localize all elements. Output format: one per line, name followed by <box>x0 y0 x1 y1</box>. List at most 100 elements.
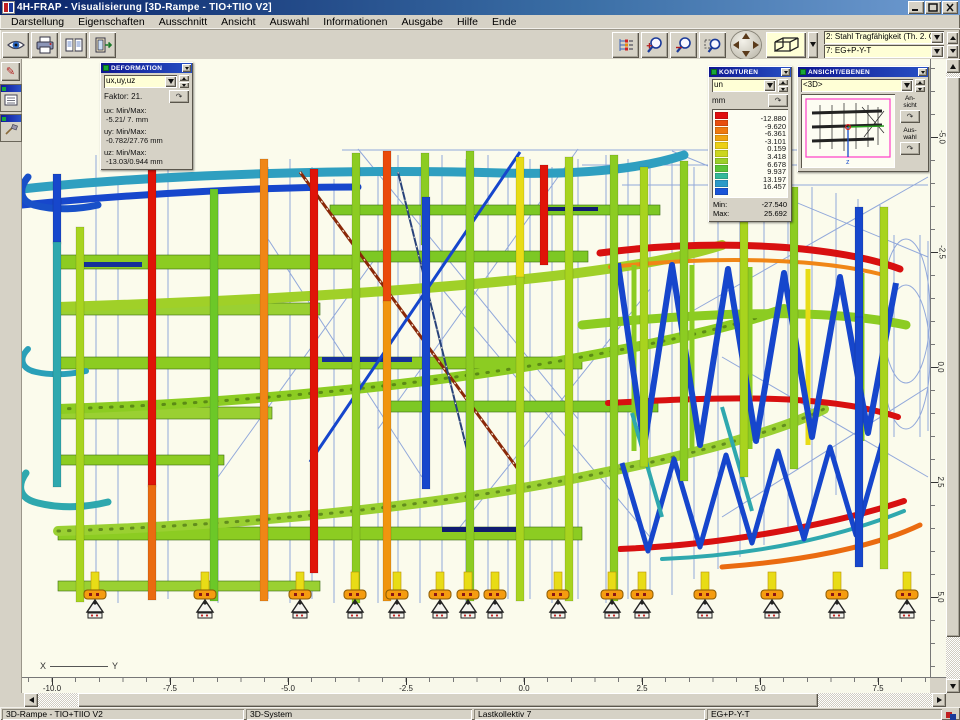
horizontal-scrollbar[interactable] <box>0 693 960 707</box>
cube-icon <box>771 35 801 55</box>
spin-down-button[interactable] <box>179 82 189 88</box>
vscroll-track[interactable] <box>946 73 960 679</box>
redraw-icon: ↷ <box>775 96 782 105</box>
vertical-scrollbar[interactable] <box>946 59 960 693</box>
documentation-button[interactable] <box>60 32 87 58</box>
scroll-down-button[interactable] <box>946 679 960 693</box>
spin-up-button[interactable] <box>778 79 788 85</box>
redraw-button[interactable]: ↷ <box>768 94 788 107</box>
menu-item[interactable]: Ausschnitt <box>152 16 214 28</box>
spin-up-button[interactable] <box>915 79 925 85</box>
zoom-out-button[interactable] <box>670 32 697 58</box>
panel-title: DEFORMATION <box>111 65 182 72</box>
faktor-label: Faktor: 21. <box>104 92 142 101</box>
display-options-button[interactable] <box>612 32 639 58</box>
close-button[interactable] <box>942 1 958 14</box>
deformation-spinner[interactable] <box>179 75 189 88</box>
window-title: 4H-FRAP - Visualisierung [3D-Rampe - TIO… <box>17 2 907 13</box>
konturen-spinner[interactable] <box>778 79 788 92</box>
legend-swatch <box>715 142 728 149</box>
scroll-up-button[interactable] <box>946 59 960 73</box>
view-eye-button[interactable] <box>2 32 29 58</box>
legend-swatch <box>715 188 728 195</box>
result-combobox[interactable]: 2: Stahl Tragfähigkeit (Th. 2. O <box>824 31 944 44</box>
mini-panel-numeric[interactable] <box>1 85 21 111</box>
diagonal-braces <box>300 152 520 472</box>
ruler-label: 0.0 <box>936 361 945 372</box>
perspective-dropdown-button[interactable] <box>808 32 818 58</box>
chevron-down-icon <box>784 71 788 74</box>
menu-item[interactable]: Auswahl <box>263 16 317 28</box>
axis-indicator: XY <box>40 661 118 671</box>
options-tree-icon <box>616 36 636 54</box>
menu-item[interactable]: Informationen <box>316 16 394 28</box>
maximize-button[interactable] <box>925 1 941 14</box>
konturen-dropdown-button[interactable] <box>764 80 775 91</box>
view-dropdown-button[interactable] <box>901 80 912 91</box>
deformation-combobox[interactable]: ux,uy,uz <box>104 75 177 88</box>
minimize-button[interactable] <box>908 1 924 14</box>
apply-view-button[interactable]: ↷ <box>900 110 920 123</box>
vscroll-thumb[interactable] <box>946 77 960 637</box>
perspective-view-button[interactable] <box>766 32 806 58</box>
vertical-ruler: -5.0-2.50.02.55.0 <box>930 59 946 677</box>
legend-value: 16.457 <box>728 183 786 191</box>
panel-icon <box>711 69 717 75</box>
panel-collapse-button[interactable] <box>182 64 191 72</box>
3d-viewport[interactable]: XY DEFORMATION ux,uy,uz <box>22 59 930 677</box>
view-combobox[interactable]: <3D> <box>801 79 913 92</box>
edit-pencil-button[interactable]: ✎ <box>1 62 20 81</box>
spin-down-button[interactable] <box>947 45 958 58</box>
view-preview-thumbnail[interactable]: z <box>801 94 895 168</box>
zoom-in-button[interactable] <box>641 32 668 58</box>
chevron-up-icon <box>918 81 922 84</box>
menu-item[interactable]: Ausgabe <box>395 16 450 28</box>
hammer-icon <box>4 124 18 136</box>
spin-up-button[interactable] <box>947 32 958 45</box>
menu-item[interactable]: Hilfe <box>450 16 485 28</box>
konturen-panel-header[interactable]: KONTUREN <box>709 67 791 77</box>
loadcase-combobox[interactable]: 7: EG+P-Y-T <box>824 45 944 58</box>
view-spinner[interactable] <box>915 79 925 92</box>
exit-button[interactable] <box>89 32 116 58</box>
ansicht-panel-header[interactable]: ANSICHT/EBENEN <box>798 67 928 77</box>
pan-right-icon <box>753 41 759 49</box>
mini-panel-tools[interactable] <box>1 115 21 141</box>
scroll-left-button[interactable] <box>24 693 38 707</box>
deformation-result-row: uy: Min/Max: -0.782/27.76 mm <box>104 127 189 145</box>
menu-item[interactable]: Darstellung <box>4 16 71 28</box>
printer-icon <box>35 36 55 54</box>
redraw-button[interactable]: ↷ <box>169 90 189 103</box>
ruler-label: 5.0 <box>936 591 945 602</box>
menu-item[interactable]: Ansicht <box>214 16 262 28</box>
spin-down-button[interactable] <box>915 86 925 92</box>
book-icon <box>64 36 84 54</box>
menu-item[interactable]: Eigenschaften <box>71 16 152 28</box>
print-button[interactable] <box>31 32 58 58</box>
chevron-down-icon <box>810 42 816 47</box>
loadcase-dropdown-button[interactable] <box>931 46 943 57</box>
spin-up-button[interactable] <box>179 75 189 81</box>
chevron-down-icon <box>904 83 910 88</box>
spin-down-button[interactable] <box>778 86 788 92</box>
zoom-window-button[interactable] <box>699 32 726 58</box>
deformation-panel-header[interactable]: DEFORMATION <box>101 63 192 73</box>
chevron-up-icon <box>950 36 956 40</box>
result-dropdown-button[interactable] <box>931 32 943 43</box>
panel-collapse-button[interactable] <box>781 68 790 76</box>
menu-item[interactable]: Ende <box>485 16 524 28</box>
legend-swatch <box>715 150 728 157</box>
deformation-dropdown-button[interactable] <box>165 76 176 87</box>
hscroll-thumb[interactable] <box>78 693 818 707</box>
apply-selection-button[interactable]: ↷ <box>900 142 920 155</box>
hscroll-track[interactable] <box>38 693 932 707</box>
horizontal-ruler: -10.0-7.5-5.0-2.50.02.55.07.5 <box>22 677 930 693</box>
panel-collapse-button[interactable] <box>918 68 927 76</box>
scroll-right-button[interactable] <box>932 693 946 707</box>
toolbar: 2: Stahl Tragfähigkeit (Th. 2. O 7: EG+P… <box>0 29 960 59</box>
loadcase-spinner[interactable] <box>947 32 958 58</box>
konturen-combobox[interactable]: un <box>712 79 776 92</box>
legend-swatch <box>715 112 728 119</box>
pan-control[interactable] <box>731 31 761 59</box>
chevron-down-icon <box>921 71 925 74</box>
